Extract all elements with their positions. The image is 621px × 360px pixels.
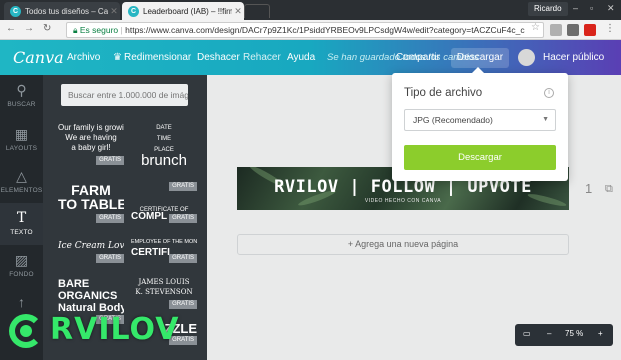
lock-icon: 🔒︎ [73,25,80,35]
page-number: 1 [585,181,593,196]
free-badge: GRATIS [169,254,197,263]
free-badge: GRATIS [169,182,197,191]
new-tab-button[interactable] [244,4,270,18]
tab-title: Todos tus diseños – Canv [25,6,108,16]
back-icon[interactable]: ← [6,23,16,34]
close-window-icon[interactable]: ✕ [607,3,615,14]
reload-icon[interactable]: ↻ [43,23,51,34]
text-template-icecream[interactable]: Ice Cream Lovers GRATIS [58,237,124,263]
info-icon[interactable]: i [544,88,554,98]
text-template-brunch[interactable]: DATE TIME PLACE brunch [131,123,197,165]
template-text: Ice Cream Lovers [58,241,124,251]
template-text: brunch [141,152,187,165]
help-button[interactable]: Ayuda [287,52,315,63]
template-text: FARM TO TABLE [58,183,124,212]
tab-title: Leaderboard (IAB) – !!firm [143,6,232,16]
text-template-employee[interactable]: EMPLOYEE OF THE MONTH CERTIFI GRATIS [131,237,197,263]
url-text: https://www.canva.com/design/DACr7p9Z1Kc… [125,25,525,35]
search-icon: ⚲ [16,82,27,98]
canva-favicon-icon: C [10,5,21,17]
watermark-logo-dot [20,325,32,337]
extension-badge-icon[interactable] [584,24,596,36]
browser-tabstrip: C Todos tus diseños – Canv ✕ C Leaderboa… [0,0,621,20]
rail-label: FONDO [9,271,34,278]
security-label: Es seguro [79,25,119,35]
maximize-icon[interactable]: ▫ [590,3,593,13]
rail-label: BUSCAR [7,101,36,108]
menu-archivo[interactable]: Archivo [67,52,100,63]
publish-button[interactable]: Hacer público [543,52,604,63]
free-badge: GRATIS [96,214,124,223]
selected-file-type: JPG (Recomendado) [413,115,493,125]
free-badge: GRATIS [169,214,197,223]
free-badge: GRATIS [96,254,124,263]
shapes-icon: △ [16,168,27,184]
watermark: RVILOV [0,309,180,360]
browser-tab-leaderboard[interactable]: C Leaderboard (IAB) – !!firm ✕ [122,2,244,20]
rail-label: LAYOUTS [5,145,38,152]
url-field[interactable]: 🔒︎ Es seguro | https://www.canva.com/des… [66,22,544,38]
menu-redimensionar[interactable]: Redimensionar [124,52,191,63]
profile-button[interactable]: Ricardo [528,2,568,16]
text-template-certificate[interactable]: CERTIFICATE OF COMPL GRATIS [131,205,197,223]
search-input[interactable] [61,84,188,106]
copy-page-icon[interactable]: ⧉ [605,183,613,196]
present-icon[interactable]: ▭ [523,329,531,338]
redo-button[interactable]: Rehacer [243,52,281,63]
undo-button[interactable]: Deshacer [197,52,240,63]
rail-item-layouts[interactable]: ▦ LAYOUTS [0,119,43,161]
banner-subtitle: VIDEO HECHO CON CANVA [364,198,442,204]
text-icon: T [16,210,27,226]
chrome-menu-icon[interactable]: ⋮ [605,23,615,34]
rail-item-fondo[interactable]: ▨ FONDO [0,245,43,287]
confirm-download-button[interactable]: Descargar [404,145,556,170]
share-button[interactable]: Compartir [392,48,444,68]
chevron-down-icon: ▼ [542,116,549,123]
browser-tab-designs[interactable]: C Todos tus diseños – Canv ✕ [4,2,120,20]
rail-item-texto[interactable]: T TEXTO [0,203,43,245]
extension-icon[interactable] [567,24,579,36]
close-tab-icon[interactable]: ✕ [108,6,120,17]
rail-label: ELEMENTOS [0,187,43,194]
forward-icon[interactable]: → [24,23,34,34]
text-template-name[interactable]: JAMES LOUIS K. STEVENSON GRATIS [131,275,197,309]
zoom-level: 75 % [565,329,584,338]
crown-icon: ♛ [113,52,122,63]
zoom-out-button[interactable]: – [547,329,551,338]
background-icon: ▨ [14,252,29,268]
template-text: Our family is growing We are having a ba… [58,123,124,152]
file-type-label: Tipo de archivo [404,87,483,99]
address-bar: ← → ↻ 🔒︎ Es seguro | https://www.canva.c… [0,20,621,40]
download-popover: Tipo de archivo i JPG (Recomendado) ▼ De… [392,67,568,181]
minimize-icon[interactable]: – [573,3,578,13]
text-template-baby[interactable]: Our family is growing We are having a ba… [58,123,124,165]
zoom-in-button[interactable]: + [598,329,603,338]
close-tab-icon[interactable]: ✕ [232,6,244,17]
zoom-bar: ▭ – 75 % + [515,324,613,346]
free-badge: GRATIS [169,300,197,309]
extension-icon[interactable] [550,24,562,36]
rail-item-elementos[interactable]: △ ELEMENTOS [0,161,43,203]
canva-favicon-icon: C [128,5,139,17]
free-badge: GRATIS [96,156,124,165]
template-text: JAMES LOUIS K. STEVENSON [135,278,193,296]
upload-icon: ↑ [18,294,25,310]
download-button[interactable]: Descargar [451,48,509,68]
watermark-text: RVILOV [50,312,180,347]
text-template-brunch-badge[interactable]: GRATIS [131,173,197,191]
rail-item-buscar[interactable]: ⚲ BUSCAR [0,75,43,117]
layouts-icon: ▦ [14,126,29,142]
add-page-button[interactable]: + Agrega una nueva página [237,234,569,255]
canva-header: Canva Archivo ♛ Redimensionar Deshacer R… [0,40,621,75]
text-template-farm[interactable]: FARM TO TABLE GRATIS [58,183,124,223]
star-icon[interactable]: ☆ [531,22,540,33]
file-type-select[interactable]: JPG (Recomendado) ▼ [404,109,556,131]
avatar[interactable] [518,49,535,66]
canva-logo[interactable]: Canva [13,48,64,67]
rail-label: TEXTO [10,229,33,236]
